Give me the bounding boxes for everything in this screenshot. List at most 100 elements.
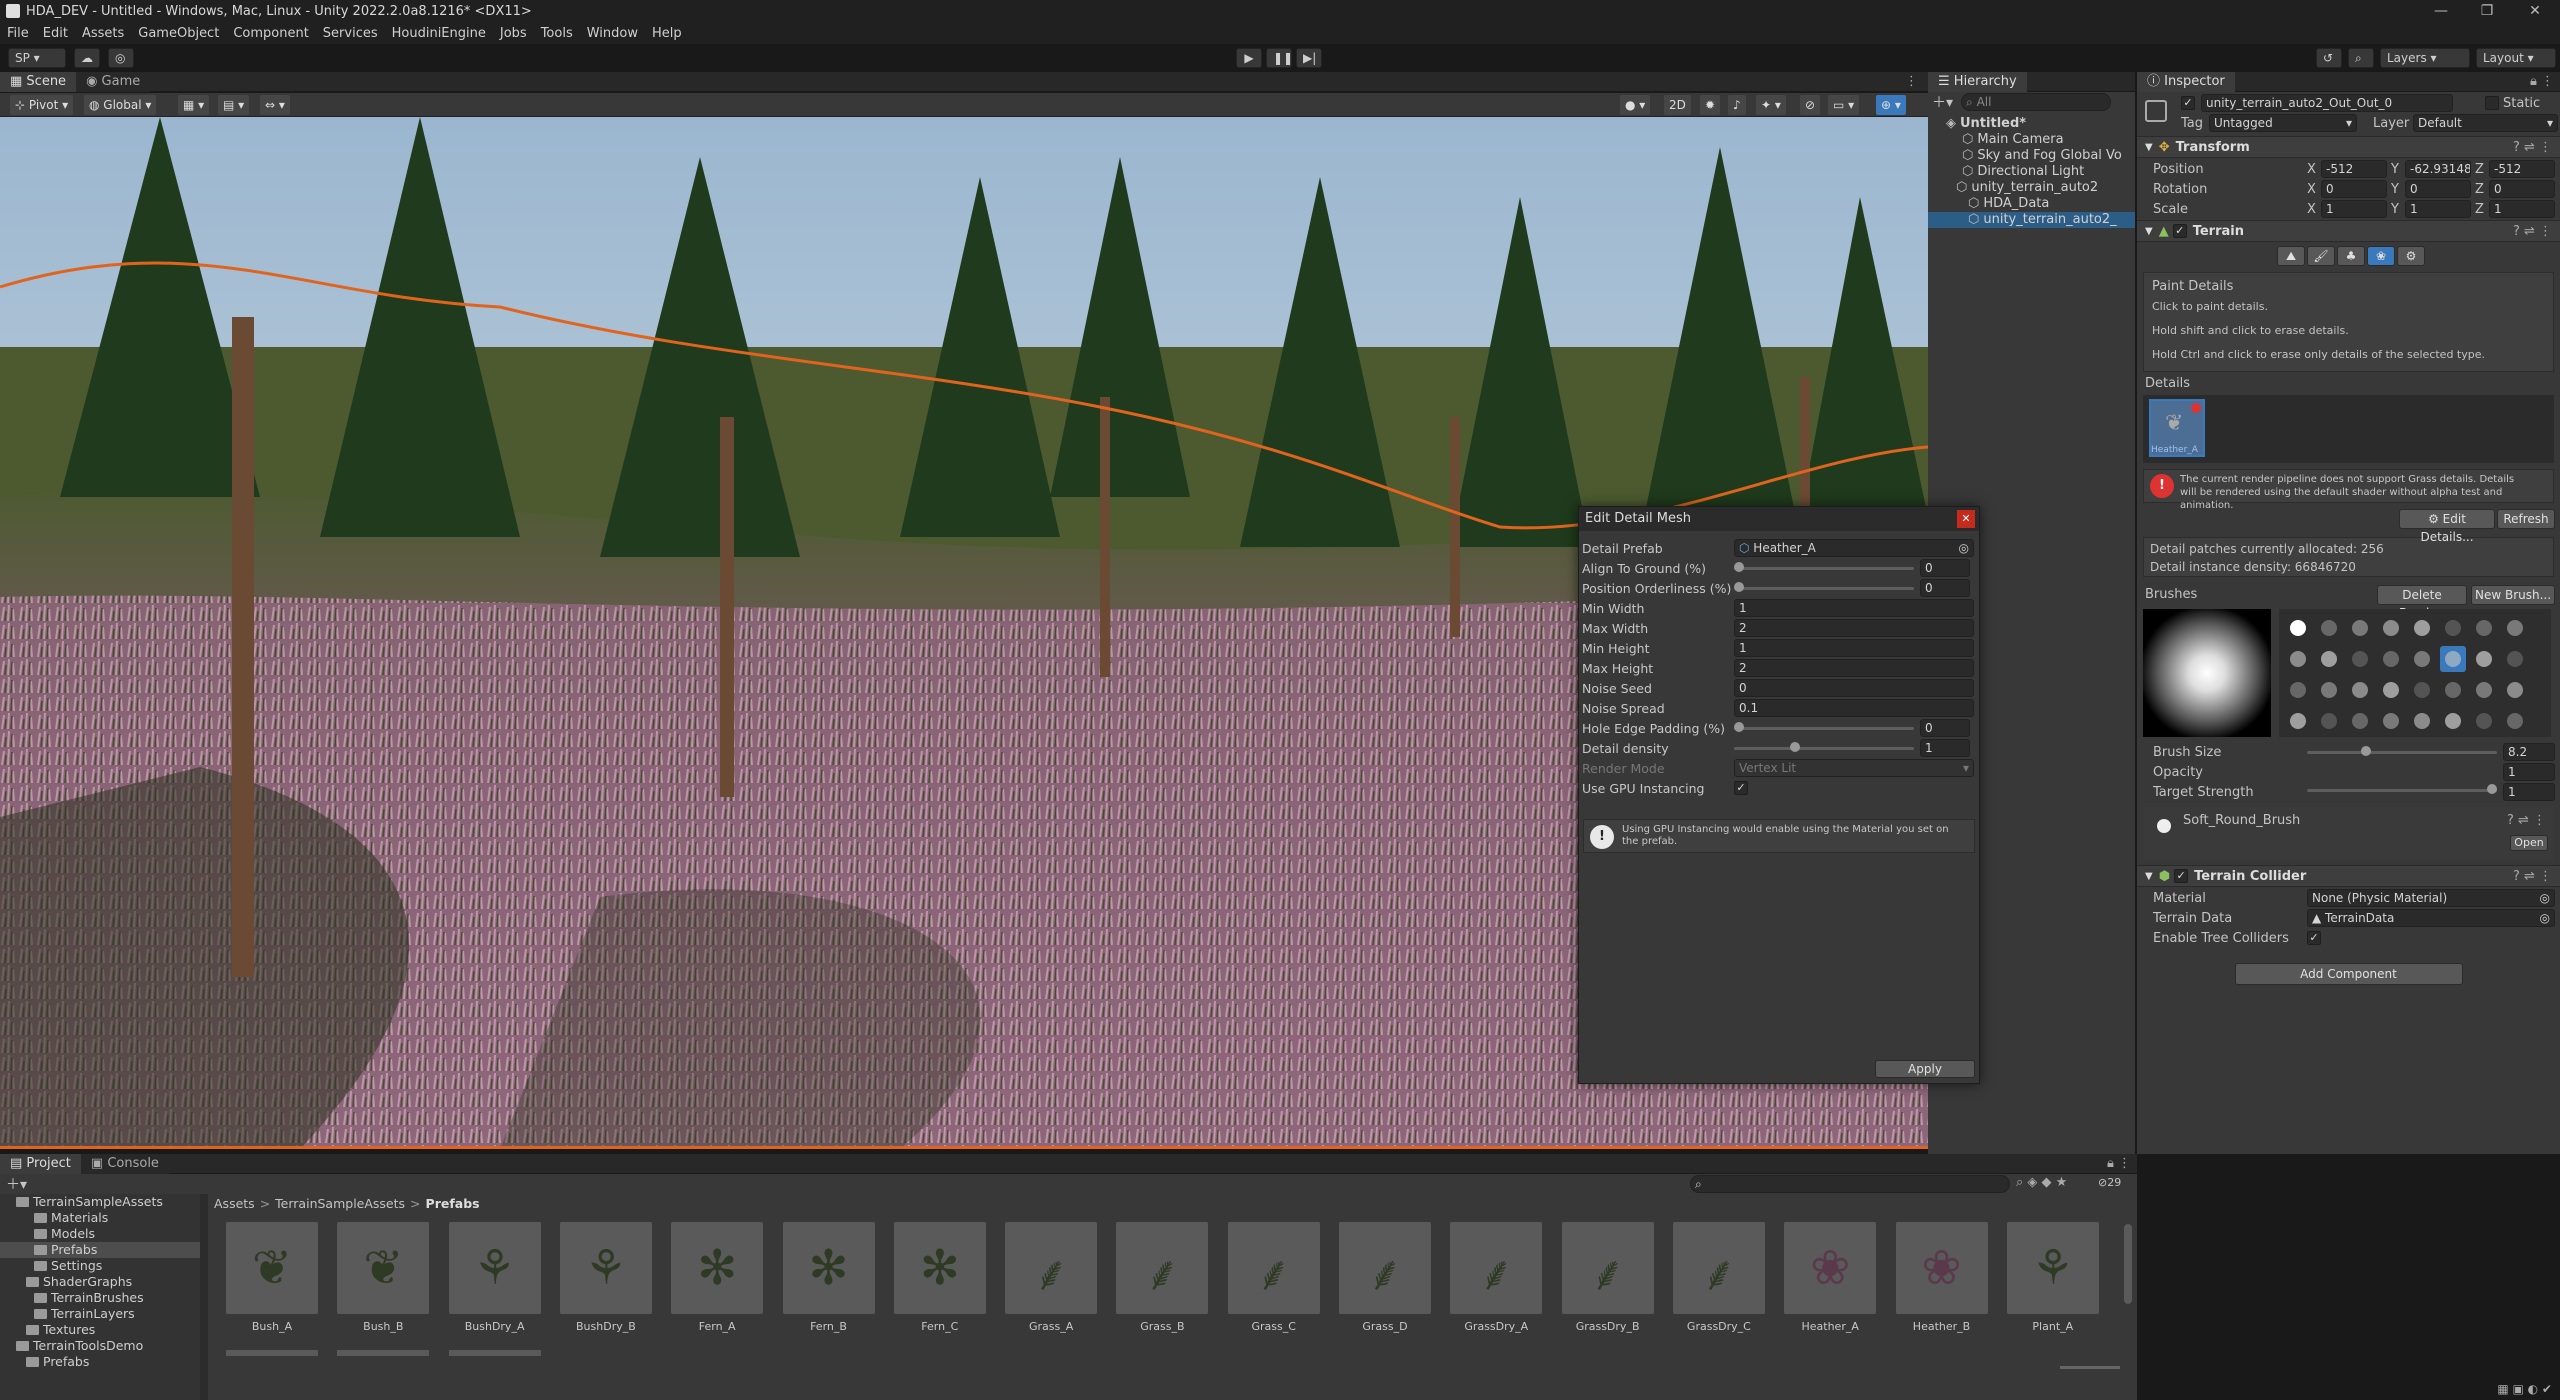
folder-item[interactable]: Models (0, 1226, 200, 1242)
layer-dropdown[interactable]: Default ▾ (2413, 114, 2558, 132)
layers-dropdown[interactable]: Layers ▾ (2380, 48, 2470, 68)
asset-thumbnail-partial[interactable] (226, 1350, 318, 1356)
breadcrumb-item[interactable]: Assets (214, 1196, 255, 1211)
play-button[interactable]: ▶ (1236, 48, 1262, 68)
max-height-field[interactable]: 2 (1734, 659, 1974, 677)
brush-thumb[interactable] (2378, 708, 2404, 734)
static-checkbox[interactable] (2485, 96, 2499, 110)
collider-enabled-checkbox[interactable]: ✓ (2174, 869, 2189, 883)
hidden-objects-icon[interactable]: ⊘ (1800, 95, 1821, 115)
asset-item[interactable]: ⸙ Grass_A (1005, 1222, 1098, 1333)
position-y-field[interactable]: -62.93148 (2405, 160, 2471, 178)
brush-thumb[interactable] (2440, 615, 2466, 641)
2d-toggle[interactable]: 2D (1664, 95, 1691, 115)
hierarchy-search-input[interactable]: ⌕ All (1961, 93, 2112, 111)
min-height-field[interactable]: 1 (1734, 639, 1974, 657)
detail-prefab-field[interactable]: ⬡ Heather_A ◎ (1734, 539, 1974, 557)
add-icon[interactable]: ＋▾ (1932, 92, 1953, 112)
asset-item[interactable]: ⚘ Plant_A (2006, 1222, 2099, 1333)
menu-item-help[interactable]: Help (645, 26, 689, 41)
hierarchy-item[interactable]: ⬡ Sky and Fog Global Vo (1928, 148, 2135, 164)
material-field[interactable]: None (Physic Material) ◎ (2307, 889, 2555, 907)
hierarchy-item[interactable]: ⬡ Directional Light (1928, 164, 2135, 180)
layout-dropdown[interactable]: Layout ▾ (2476, 48, 2556, 68)
menu-item-services[interactable]: Services (316, 26, 385, 41)
tab-scene[interactable]: ▦ Scene (0, 71, 77, 92)
step-button[interactable]: ▶| (1296, 48, 1322, 68)
hierarchy-scene-root[interactable]: ◈ Untitled* (1928, 116, 2135, 132)
delete-brush-button[interactable]: Delete Brush... (2377, 585, 2467, 620)
assets-scrollbar[interactable] (2124, 1224, 2132, 1304)
brush-thumb[interactable] (2285, 677, 2311, 703)
brush-size-slider[interactable] (2307, 743, 2497, 761)
slider-knob[interactable] (2487, 784, 2497, 794)
menu-item-jobs[interactable]: Jobs (493, 26, 534, 41)
hierarchy-item[interactable]: ⬡ HDA_Data (1928, 196, 2135, 212)
tab-project[interactable]: ▤ Project (0, 1153, 81, 1174)
rotation-x-field[interactable]: 0 (2321, 180, 2387, 198)
raise-terrain-icon[interactable]: ⛰ (2277, 246, 2305, 266)
collab-icon[interactable]: ◎ (108, 48, 134, 68)
asset-thumbnail-partial[interactable] (337, 1350, 430, 1356)
asset-item[interactable]: ❦ Bush_B (337, 1222, 430, 1333)
target-strength-value[interactable]: 1 (2503, 783, 2555, 801)
menu-item-window[interactable]: Window (580, 26, 645, 41)
gizmos-icon[interactable]: ⊕ ▾ (1876, 95, 1906, 115)
hole-edge-slider[interactable] (1734, 719, 1914, 737)
refresh-button[interactable]: Refresh (2497, 509, 2555, 529)
brush-thumb[interactable] (2502, 615, 2528, 641)
slider-knob[interactable] (1734, 582, 1744, 592)
camera-icon[interactable]: ▭ ▾ (1828, 95, 1860, 115)
brush-thumb[interactable] (2347, 708, 2373, 734)
scale-z-field[interactable]: 1 (2489, 200, 2555, 218)
tag-dropdown[interactable]: Untagged ▾ (2209, 114, 2357, 132)
hole-edge-value[interactable]: 0 (1920, 719, 1970, 737)
folder-item[interactable]: TerrainBrushes (0, 1290, 200, 1306)
terrain-enabled-checkbox[interactable]: ✓ (2172, 224, 2187, 238)
snap-increment-icon[interactable]: ▤ ▾ (218, 95, 250, 115)
scale-y-field[interactable]: 1 (2405, 200, 2471, 218)
brush-thumb[interactable] (2409, 615, 2435, 641)
detail-thumb-heather-a[interactable]: ❦ Heather_A (2149, 399, 2205, 457)
paint-texture-icon[interactable]: 🖌︎ (2307, 246, 2335, 266)
asset-thumbnail-partial[interactable] (448, 1350, 541, 1356)
foldout-arrow-icon[interactable]: ▼ (2145, 226, 2153, 237)
brush-thumb[interactable] (2347, 646, 2373, 672)
tab-hierarchy[interactable]: ☰ Hierarchy (1928, 71, 2027, 92)
position-z-field[interactable]: -512 (2489, 160, 2555, 178)
new-brush-button[interactable]: New Brush... (2471, 585, 2555, 605)
apply-button[interactable]: Apply (1875, 1060, 1975, 1078)
hierarchy-item[interactable]: ⬡ unity_terrain_auto2 (1928, 180, 2135, 196)
open-brush-button[interactable]: Open (2510, 835, 2548, 851)
brush-thumb[interactable] (2378, 615, 2404, 641)
asset-item[interactable]: ❀ Heather_B (1895, 1222, 1988, 1333)
project-search-input[interactable]: ⌕ (1690, 1175, 2010, 1193)
terrain-header[interactable]: ▼ ▲ ✓ Terrain ? ⇌ ⋮ (2137, 220, 2560, 242)
menu-item-file[interactable]: File (0, 26, 36, 41)
asset-item[interactable]: ⸙ GrassDry_A (1450, 1222, 1543, 1333)
brush-thumb[interactable] (2378, 677, 2404, 703)
folder-item[interactable]: Prefabs (0, 1242, 200, 1258)
detail-density-value[interactable]: 1 (1920, 739, 1970, 757)
filter-icons[interactable]: ⌕ ◈ ◆ ★ (2016, 1175, 2067, 1190)
rotation-y-field[interactable]: 0 (2405, 180, 2471, 198)
rotation-z-field[interactable]: 0 (2489, 180, 2555, 198)
lighting-icon[interactable]: ✹ (1700, 95, 1721, 115)
maximize-icon[interactable]: ❐ (2464, 0, 2510, 22)
component-menu-icon[interactable]: ? ⇌ ⋮ (2513, 140, 2552, 155)
brush-thumb[interactable] (2409, 646, 2435, 672)
brush-thumb[interactable] (2471, 646, 2497, 672)
effects-icon[interactable]: ✦ ▾ (1756, 95, 1786, 115)
minimize-icon[interactable]: — (2418, 0, 2464, 22)
noise-spread-field[interactable]: 0.1 (1734, 699, 1974, 717)
account-dropdown[interactable]: SP ▾ (8, 48, 66, 68)
pivot-toggle[interactable]: ⊹ Pivot ▾ (10, 95, 74, 115)
active-checkbox[interactable]: ✓ (2181, 96, 2195, 110)
min-width-field[interactable]: 1 (1734, 599, 1974, 617)
menu-item-houdiniengine[interactable]: HoudiniEngine (385, 26, 493, 41)
slider-knob[interactable] (2361, 746, 2371, 756)
foldout-arrow-icon[interactable]: ▼ (2145, 871, 2153, 882)
tree-scrollbar[interactable] (200, 1194, 208, 1400)
history-icon[interactable]: ↺ (2316, 48, 2342, 68)
grid-snap-icon[interactable]: ▦ ▾ (178, 95, 210, 115)
